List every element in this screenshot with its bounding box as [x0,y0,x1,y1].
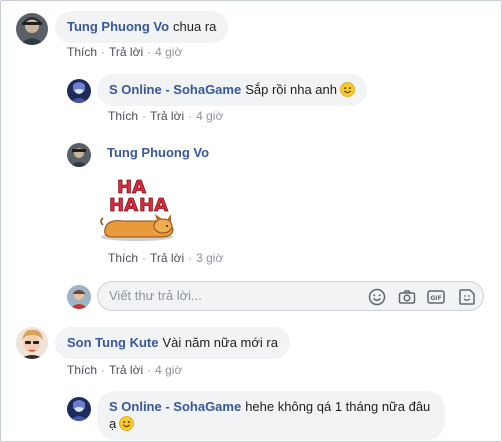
comment-author[interactable]: S Online - SohaGame [109,399,241,414]
comment-text: Sắp rồi nha anh [245,82,337,97]
avatar[interactable] [67,397,91,421]
comment-thread: Tung Phuong Vo chua ra Thích · Trả lời · 4 gi… [0,0,502,442]
timestamp[interactable]: 4 giờ [196,109,223,123]
comment-bubble: S Online - SohaGame hehe không qá 1 tháng… [97,391,445,440]
sticker-text: HA [139,195,168,216]
haha-dog-sticker[interactable]: HA HA HA [97,171,177,243]
comment-author[interactable]: S Online - SohaGame [109,82,241,97]
smiley-emoji-icon [119,416,135,431]
comment-author[interactable]: Tung Phuong Vo [67,19,169,34]
avatar[interactable] [16,13,48,45]
avatar[interactable] [16,327,48,359]
current-user-avatar[interactable] [67,285,91,309]
comment-bubble: Son Tung Kute Vài năm nữa mới ra [55,327,290,359]
camera-icon[interactable] [397,287,417,307]
comment-author[interactable]: Tung Phuong Vo [107,145,209,160]
reply-link[interactable]: Trả lời [109,363,143,377]
like-link[interactable]: Thích [108,109,138,123]
reply-link[interactable]: Trả lời [109,45,143,59]
comment-author[interactable]: Son Tung Kute [67,335,158,350]
sticker-icon[interactable] [457,287,477,307]
reply-input[interactable] [109,288,349,303]
timestamp[interactable]: 3 giờ [196,251,223,265]
smiley-emoji-icon [340,82,355,97]
svg-text:GIF: GIF [430,295,441,302]
comment-actions: Thích · Trả lời · 4 giờ [108,109,224,123]
reply-link[interactable]: Trả lời [150,251,184,265]
avatar[interactable] [67,79,91,103]
emoji-icon[interactable] [367,287,387,307]
comment-actions: Thích · Trả lời · 4 giờ [67,45,183,59]
gif-icon[interactable]: GIF [426,287,446,307]
comment-bubble: S Online - SohaGame Sắp rồi nha anh [97,74,367,106]
like-link[interactable]: Thích [67,45,97,59]
comment-text: chua ra [173,19,217,34]
comment-actions: Thích · Trả lời · 4 giờ [67,363,183,377]
timestamp[interactable]: 4 giờ [155,45,182,59]
reply-link[interactable]: Trả lời [150,109,184,123]
reply-box[interactable]: GIF [97,281,484,311]
timestamp[interactable]: 4 giờ [155,363,182,377]
comment-actions: Thích · Trả lời · 3 giờ [108,251,224,265]
like-link[interactable]: Thích [67,363,97,377]
comment-text: Vài năm nữa mới ra [162,335,278,350]
comment-bubble: Tung Phuong Vo chua ra [55,11,229,43]
avatar[interactable] [67,143,91,167]
sticker-text: HA [109,195,138,216]
like-link[interactable]: Thích [108,251,138,265]
